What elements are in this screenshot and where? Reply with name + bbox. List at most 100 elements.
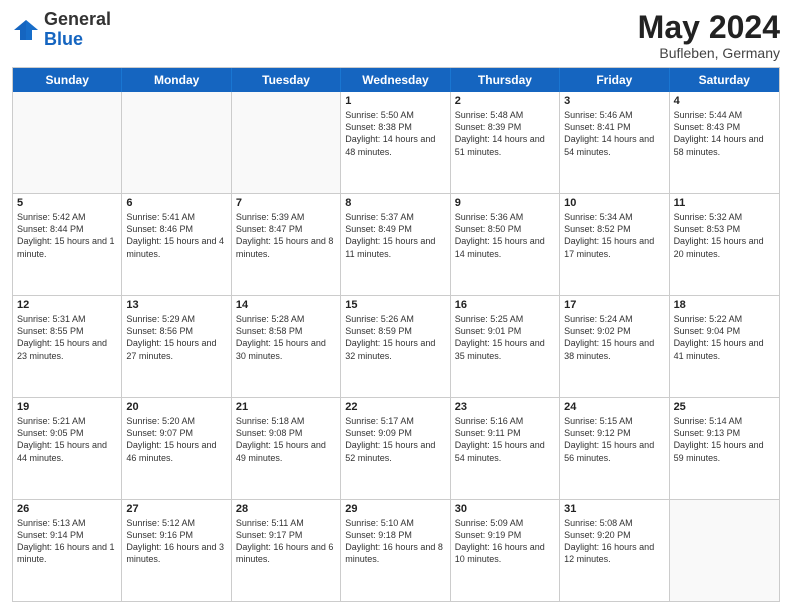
calendar-row-2: 12 Sunrise: 5:31 AM Sunset: 8:55 PM Dayli…	[13, 295, 779, 397]
calendar-cell-19: 19 Sunrise: 5:21 AM Sunset: 9:05 PM Dayli…	[13, 398, 122, 499]
cell-info: Sunrise: 5:08 AM Sunset: 9:20 PM Dayligh…	[564, 517, 664, 566]
day-number: 29	[345, 503, 445, 515]
calendar-cell-4: 4 Sunrise: 5:44 AM Sunset: 8:43 PM Daylig…	[670, 92, 779, 193]
cell-info: Sunrise: 5:15 AM Sunset: 9:12 PM Dayligh…	[564, 415, 664, 464]
cell-info: Sunrise: 5:41 AM Sunset: 8:46 PM Dayligh…	[126, 211, 226, 260]
calendar-cell-8: 8 Sunrise: 5:37 AM Sunset: 8:49 PM Daylig…	[341, 194, 450, 295]
cell-info: Sunrise: 5:37 AM Sunset: 8:49 PM Dayligh…	[345, 211, 445, 260]
day-number: 28	[236, 503, 336, 515]
day-number: 11	[674, 197, 775, 209]
calendar-cell-25: 25 Sunrise: 5:14 AM Sunset: 9:13 PM Dayli…	[670, 398, 779, 499]
calendar-cell-14: 14Sunrise: 5:28 AM Sunset: 8:58 PM Dayli…	[232, 296, 341, 397]
calendar-row-3: 19 Sunrise: 5:21 AM Sunset: 9:05 PM Dayli…	[13, 397, 779, 499]
calendar-cell-10: 10Sunrise: 5:34 AM Sunset: 8:52 PM Dayli…	[560, 194, 669, 295]
cell-info: Sunrise: 5:10 AM Sunset: 9:18 PM Dayligh…	[345, 517, 445, 566]
logo: General Blue	[12, 10, 111, 50]
calendar-cell-26: 26Sunrise: 5:13 AM Sunset: 9:14 PM Dayli…	[13, 500, 122, 601]
cell-info: Sunrise: 5:14 AM Sunset: 9:13 PM Dayligh…	[674, 415, 775, 464]
cell-info: Sunrise: 5:21 AM Sunset: 9:05 PM Dayligh…	[17, 415, 117, 464]
calendar-cell-30: 30 Sunrise: 5:09 AM Sunset: 9:19 PM Dayli…	[451, 500, 560, 601]
day-number: 4	[674, 95, 775, 107]
calendar-cell-28: 28 Sunrise: 5:11 AM Sunset: 9:17 PM Dayli…	[232, 500, 341, 601]
cell-info: Sunrise: 5:46 AM Sunset: 8:41 PM Dayligh…	[564, 109, 664, 158]
day-number: 12	[17, 299, 117, 311]
calendar-cell-7: 7Sunrise: 5:39 AM Sunset: 8:47 PM Daylig…	[232, 194, 341, 295]
cell-info: Sunrise: 5:29 AM Sunset: 8:56 PM Dayligh…	[126, 313, 226, 362]
day-number: 5	[17, 197, 117, 209]
calendar-cell-1: 1Sunrise: 5:50 AM Sunset: 8:38 PM Daylig…	[341, 92, 450, 193]
calendar-cell-13: 13Sunrise: 5:29 AM Sunset: 8:56 PM Dayli…	[122, 296, 231, 397]
day-number: 18	[674, 299, 775, 311]
calendar-cell-22: 22 Sunrise: 5:17 AM Sunset: 9:09 PM Dayli…	[341, 398, 450, 499]
cell-info: Sunrise: 5:18 AM Sunset: 9:08 PM Dayligh…	[236, 415, 336, 464]
day-number: 6	[126, 197, 226, 209]
cell-info: Sunrise: 5:13 AM Sunset: 9:14 PM Dayligh…	[17, 517, 117, 566]
cell-info: Sunrise: 5:39 AM Sunset: 8:47 PM Dayligh…	[236, 211, 336, 260]
calendar-cell-empty-4-6	[670, 500, 779, 601]
day-number: 15	[345, 299, 445, 311]
calendar-cell-16: 16Sunrise: 5:25 AM Sunset: 9:01 PM Dayli…	[451, 296, 560, 397]
calendar-cell-empty-0-2	[232, 92, 341, 193]
calendar-header-row: SundayMondayTuesdayWednesdayThursdayFrid…	[13, 68, 779, 92]
cell-info: Sunrise: 5:20 AM Sunset: 9:07 PM Dayligh…	[126, 415, 226, 464]
cell-info: Sunrise: 5:09 AM Sunset: 9:19 PM Dayligh…	[455, 517, 555, 566]
calendar: SundayMondayTuesdayWednesdayThursdayFrid…	[12, 67, 780, 602]
header-day-thursday: Thursday	[451, 68, 560, 92]
header-day-saturday: Saturday	[670, 68, 779, 92]
calendar-cell-20: 20 Sunrise: 5:20 AM Sunset: 9:07 PM Dayli…	[122, 398, 231, 499]
header-day-friday: Friday	[560, 68, 669, 92]
calendar-row-0: 1Sunrise: 5:50 AM Sunset: 8:38 PM Daylig…	[13, 92, 779, 193]
cell-info: Sunrise: 5:17 AM Sunset: 9:09 PM Dayligh…	[345, 415, 445, 464]
header-day-sunday: Sunday	[13, 68, 122, 92]
logo-blue-text: Blue	[44, 29, 83, 49]
day-number: 20	[126, 401, 226, 413]
calendar-cell-29: 29 Sunrise: 5:10 AM Sunset: 9:18 PM Dayli…	[341, 500, 450, 601]
day-number: 3	[564, 95, 664, 107]
day-number: 25	[674, 401, 775, 413]
cell-info: Sunrise: 5:26 AM Sunset: 8:59 PM Dayligh…	[345, 313, 445, 362]
calendar-cell-15: 15 Sunrise: 5:26 AM Sunset: 8:59 PM Dayli…	[341, 296, 450, 397]
day-number: 19	[17, 401, 117, 413]
cell-info: Sunrise: 5:34 AM Sunset: 8:52 PM Dayligh…	[564, 211, 664, 260]
header-day-wednesday: Wednesday	[341, 68, 450, 92]
calendar-cell-27: 27 Sunrise: 5:12 AM Sunset: 9:16 PM Dayli…	[122, 500, 231, 601]
calendar-cell-21: 21 Sunrise: 5:18 AM Sunset: 9:08 PM Dayli…	[232, 398, 341, 499]
calendar-cell-17: 17Sunrise: 5:24 AM Sunset: 9:02 PM Dayli…	[560, 296, 669, 397]
day-number: 22	[345, 401, 445, 413]
day-number: 17	[564, 299, 664, 311]
cell-info: Sunrise: 5:36 AM Sunset: 8:50 PM Dayligh…	[455, 211, 555, 260]
day-number: 9	[455, 197, 555, 209]
page: General Blue May 2024 Bufleben, Germany …	[0, 0, 792, 612]
cell-info: Sunrise: 5:25 AM Sunset: 9:01 PM Dayligh…	[455, 313, 555, 362]
calendar-row-4: 26Sunrise: 5:13 AM Sunset: 9:14 PM Dayli…	[13, 499, 779, 601]
logo-general-text: General	[44, 9, 111, 29]
cell-info: Sunrise: 5:22 AM Sunset: 9:04 PM Dayligh…	[674, 313, 775, 362]
day-number: 24	[564, 401, 664, 413]
calendar-cell-2: 2Sunrise: 5:48 AM Sunset: 8:39 PM Daylig…	[451, 92, 560, 193]
calendar-row-1: 5 Sunrise: 5:42 AM Sunset: 8:44 PM Daylig…	[13, 193, 779, 295]
cell-info: Sunrise: 5:44 AM Sunset: 8:43 PM Dayligh…	[674, 109, 775, 158]
day-number: 31	[564, 503, 664, 515]
header: General Blue May 2024 Bufleben, Germany	[12, 10, 780, 61]
cell-info: Sunrise: 5:31 AM Sunset: 8:55 PM Dayligh…	[17, 313, 117, 362]
day-number: 1	[345, 95, 445, 107]
day-number: 30	[455, 503, 555, 515]
day-number: 23	[455, 401, 555, 413]
cell-info: Sunrise: 5:12 AM Sunset: 9:16 PM Dayligh…	[126, 517, 226, 566]
calendar-cell-23: 23 Sunrise: 5:16 AM Sunset: 9:11 PM Dayli…	[451, 398, 560, 499]
cell-info: Sunrise: 5:11 AM Sunset: 9:17 PM Dayligh…	[236, 517, 336, 566]
calendar-cell-31: 31 Sunrise: 5:08 AM Sunset: 9:20 PM Dayli…	[560, 500, 669, 601]
cell-info: Sunrise: 5:28 AM Sunset: 8:58 PM Dayligh…	[236, 313, 336, 362]
day-number: 27	[126, 503, 226, 515]
cell-info: Sunrise: 5:42 AM Sunset: 8:44 PM Dayligh…	[17, 211, 117, 260]
calendar-cell-empty-0-0	[13, 92, 122, 193]
cell-info: Sunrise: 5:32 AM Sunset: 8:53 PM Dayligh…	[674, 211, 775, 260]
cell-info: Sunrise: 5:16 AM Sunset: 9:11 PM Dayligh…	[455, 415, 555, 464]
day-number: 21	[236, 401, 336, 413]
calendar-cell-6: 6 Sunrise: 5:41 AM Sunset: 8:46 PM Daylig…	[122, 194, 231, 295]
logo-icon	[12, 16, 40, 44]
day-number: 8	[345, 197, 445, 209]
cell-info: Sunrise: 5:48 AM Sunset: 8:39 PM Dayligh…	[455, 109, 555, 158]
calendar-cell-12: 12 Sunrise: 5:31 AM Sunset: 8:55 PM Dayli…	[13, 296, 122, 397]
title-block: May 2024 Bufleben, Germany	[638, 10, 780, 61]
